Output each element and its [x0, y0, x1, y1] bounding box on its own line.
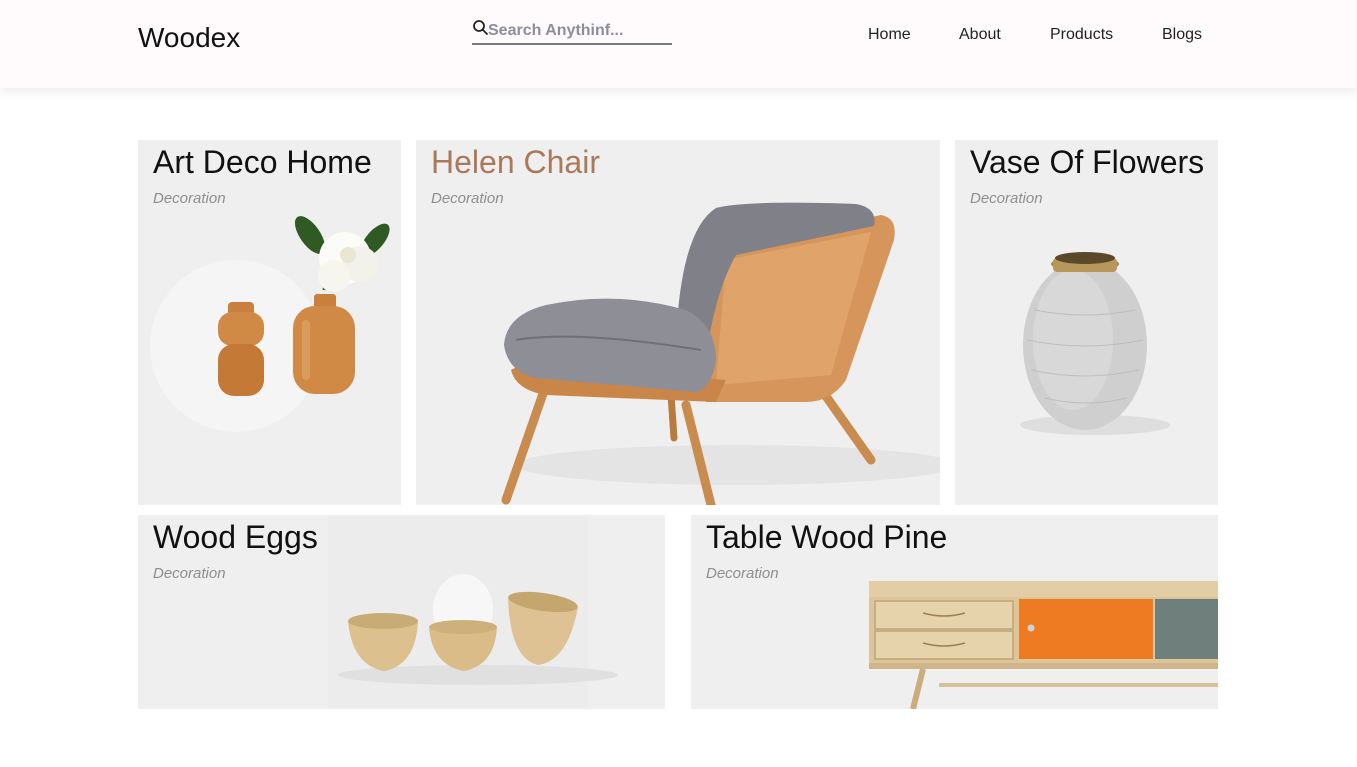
- card-title[interactable]: Wood Eggs: [153, 519, 318, 556]
- card-title[interactable]: Table Wood Pine: [706, 519, 947, 556]
- brand-logo[interactable]: Woodex: [138, 22, 240, 54]
- product-card-helen-chair[interactable]: Helen Chair Decoration: [416, 140, 940, 505]
- search-icon[interactable]: [472, 19, 488, 35]
- card-category: Decoration: [706, 565, 779, 582]
- nav-blogs[interactable]: Blogs: [1162, 26, 1202, 44]
- search-bar: [472, 18, 672, 45]
- product-card-art-deco-home[interactable]: Art Deco Home Decoration: [138, 140, 401, 505]
- card-category: Decoration: [153, 565, 226, 582]
- card-title[interactable]: Vase Of Flowers: [970, 144, 1204, 181]
- product-card-wood-eggs[interactable]: Wood Eggs Decoration: [138, 515, 665, 709]
- product-card-table-wood-pine[interactable]: Table Wood Pine Decoration: [691, 515, 1218, 709]
- card-title[interactable]: Art Deco Home: [153, 144, 372, 181]
- card-category: Decoration: [970, 190, 1043, 207]
- nav-home[interactable]: Home: [868, 26, 911, 44]
- card-category: Decoration: [153, 190, 226, 207]
- card-category: Decoration: [431, 190, 504, 207]
- card-title[interactable]: Helen Chair: [431, 144, 600, 181]
- site-header: Woodex Home About Products Blogs: [0, 0, 1357, 88]
- nav-products[interactable]: Products: [1050, 26, 1113, 44]
- search-input[interactable]: [488, 20, 668, 42]
- nav-about[interactable]: About: [959, 26, 1001, 44]
- product-card-vase-of-flowers[interactable]: Vase Of Flowers Decoration: [955, 140, 1218, 505]
